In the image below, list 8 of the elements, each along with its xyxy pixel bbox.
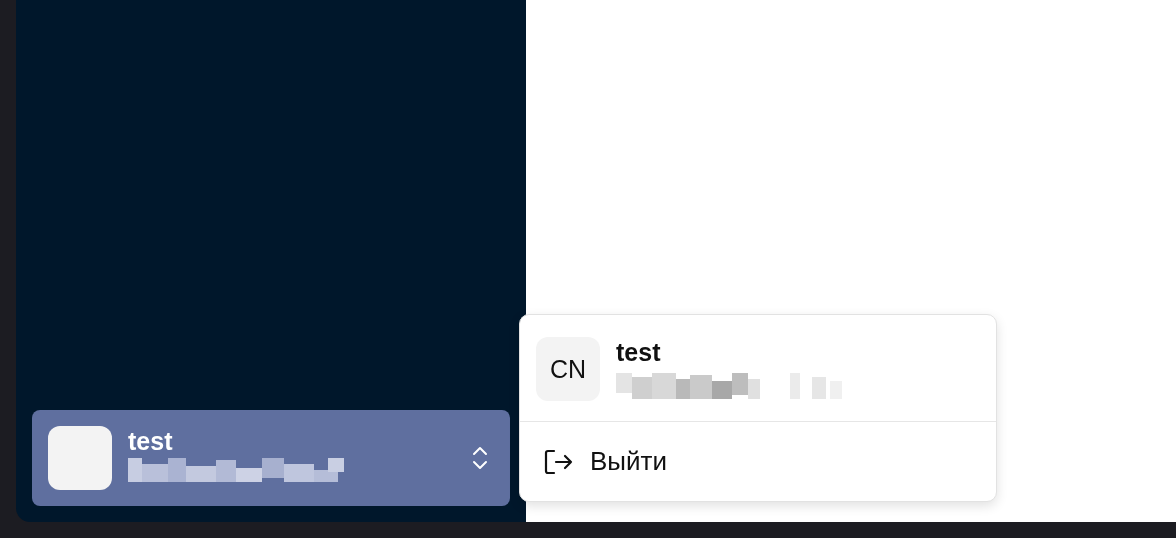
- avatar: [48, 426, 112, 490]
- avatar: CN: [536, 337, 600, 401]
- chevrons-up-down-icon: [470, 444, 490, 472]
- user-name: test: [616, 337, 662, 367]
- menu-item[interactable]: Выйти: [520, 422, 996, 501]
- logout-icon: [544, 448, 574, 475]
- user-button[interactable]: test: [32, 410, 510, 506]
- user-name: test: [128, 426, 174, 456]
